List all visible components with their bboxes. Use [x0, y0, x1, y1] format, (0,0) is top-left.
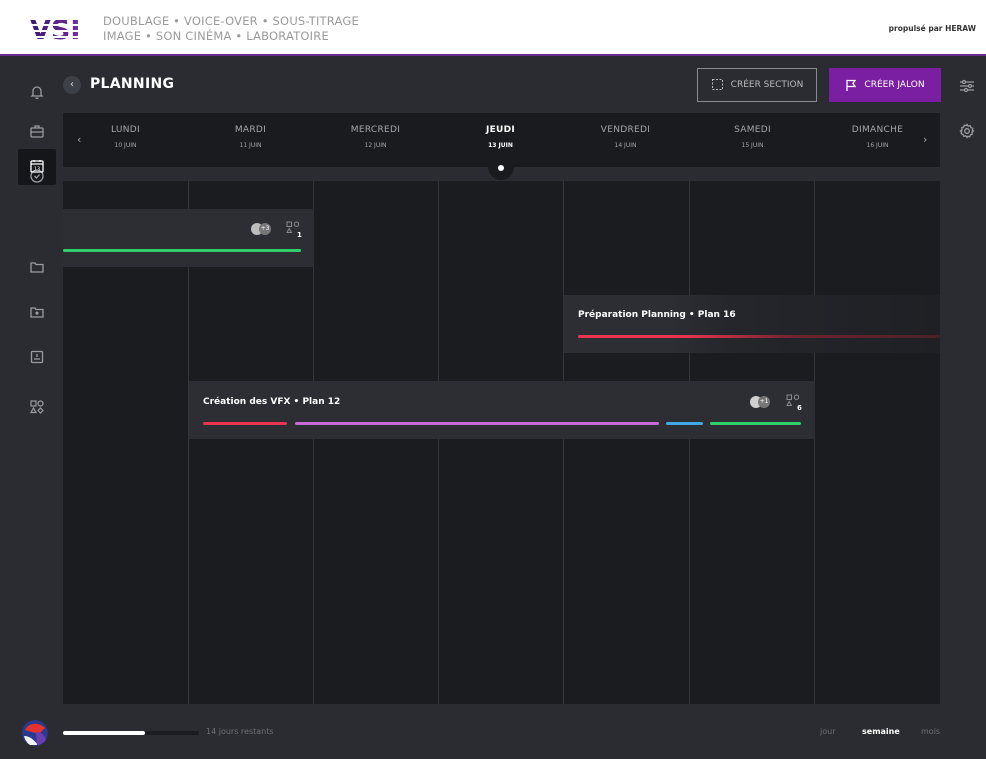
day-header-friday[interactable]: VENDREDI 14 JUIN — [563, 125, 688, 149]
svg-text:13: 13 — [34, 167, 40, 173]
create-section-button[interactable]: CRÉER SECTION — [697, 68, 817, 102]
settings-gear-icon[interactable] — [958, 122, 976, 140]
time-progress-fill — [63, 731, 145, 735]
progress-bar-green — [710, 422, 801, 425]
day-name: MERCREDI — [350, 125, 401, 135]
day-header-sunday[interactable]: DIMANCHE 16 JUIN — [815, 125, 940, 149]
shapes-icon[interactable] — [28, 399, 46, 417]
day-name: JEUDI — [485, 125, 516, 135]
briefcase-icon[interactable] — [28, 123, 46, 141]
day-header-tuesday[interactable]: MARDI 11 JUIN — [188, 125, 313, 149]
powered-by-label[interactable]: propulsé par HERAW — [889, 24, 976, 33]
create-section-label: CRÉER SECTION — [730, 80, 804, 90]
tagline-line-2: IMAGE • SON CINÉMA • LABORATOIRE — [103, 29, 329, 43]
avatar-extra-count[interactable]: +3 — [259, 223, 271, 235]
day-date: 13 JUIN — [488, 142, 513, 149]
progress-bar-blue — [666, 422, 703, 425]
page-title: PLANNING — [90, 76, 175, 92]
day-header-wednesday[interactable]: MERCREDI 12 JUIN — [313, 125, 438, 149]
folder-icon[interactable] — [28, 259, 46, 277]
shapes-count: 1 — [297, 231, 302, 239]
day-date: 11 JUIN — [239, 142, 262, 149]
brand-tagline: DOUBLAGE • VOICE-OVER • SOUS-TITRAGE IMA… — [103, 14, 359, 44]
view-day-toggle[interactable]: jour — [820, 727, 835, 736]
avatar-extra-count[interactable]: +1 — [758, 396, 770, 408]
create-jalon-label: CRÉER JALON — [864, 80, 925, 90]
top-banner: VSI DOUBLAGE • VOICE-OVER • SOUS-TITRAGE… — [0, 0, 986, 56]
task-title: Création des VFX • Plan 12 — [203, 397, 341, 407]
day-name: SAMEDI — [734, 125, 771, 135]
day-date: 15 JUIN — [741, 142, 764, 149]
day-header-monday[interactable]: LUNDI 10 JUIN — [63, 125, 188, 149]
remaining-days-label: 14 jours restants — [206, 727, 274, 736]
brand-logo: VSI — [30, 15, 81, 42]
folder-upload-icon[interactable] — [28, 304, 46, 322]
create-jalon-button[interactable]: CRÉER JALON — [829, 68, 941, 102]
planning-grid: +3 1 Préparation Planning • Plan 16 Créa… — [63, 181, 940, 704]
day-column-divider — [563, 181, 564, 704]
day-date: 14 JUIN — [614, 142, 637, 149]
progress-bar-green — [63, 249, 301, 252]
bell-icon[interactable] — [28, 84, 46, 102]
task-card[interactable]: +3 1 — [63, 209, 314, 267]
day-date: 12 JUIN — [364, 142, 387, 149]
progress-bar-purple — [295, 422, 659, 425]
day-date: 16 JUIN — [866, 142, 889, 149]
day-name: LUNDI — [111, 125, 140, 135]
day-column-divider — [814, 181, 815, 704]
day-date: 10 JUIN — [114, 142, 137, 149]
section-icon — [711, 79, 723, 90]
task-card[interactable]: Préparation Planning • Plan 16 — [564, 295, 940, 353]
task-card[interactable]: Création des VFX • Plan 12 +1 6 — [189, 381, 815, 439]
calendar-icon[interactable]: 13 — [28, 158, 46, 176]
view-month-toggle[interactable]: mois — [921, 727, 940, 736]
day-name: MARDI — [234, 125, 267, 135]
user-avatar[interactable] — [22, 720, 48, 746]
filter-sliders-icon[interactable] — [958, 77, 976, 95]
day-header-thursday[interactable]: JEUDI 13 JUIN — [438, 125, 563, 149]
today-marker — [488, 158, 514, 180]
tagline-line-1: DOUBLAGE • VOICE-OVER • SOUS-TITRAGE — [103, 14, 359, 28]
day-name: VENDREDI — [600, 125, 651, 135]
time-progress-track — [63, 731, 199, 735]
today-dot — [498, 165, 504, 171]
day-header-saturday[interactable]: SAMEDI 15 JUIN — [690, 125, 815, 149]
progress-bar-red — [203, 422, 287, 425]
back-button[interactable]: ‹ — [63, 76, 81, 94]
view-week-toggle[interactable]: semaine — [862, 727, 900, 736]
day-column-divider — [438, 181, 439, 704]
day-column-divider — [689, 181, 690, 704]
flag-icon — [846, 79, 857, 91]
inbox-icon[interactable] — [28, 349, 46, 367]
shapes-count: 6 — [797, 404, 802, 412]
progress-bar-red — [578, 335, 940, 338]
task-title: Préparation Planning • Plan 16 — [578, 310, 736, 320]
day-name: DIMANCHE — [851, 125, 904, 135]
